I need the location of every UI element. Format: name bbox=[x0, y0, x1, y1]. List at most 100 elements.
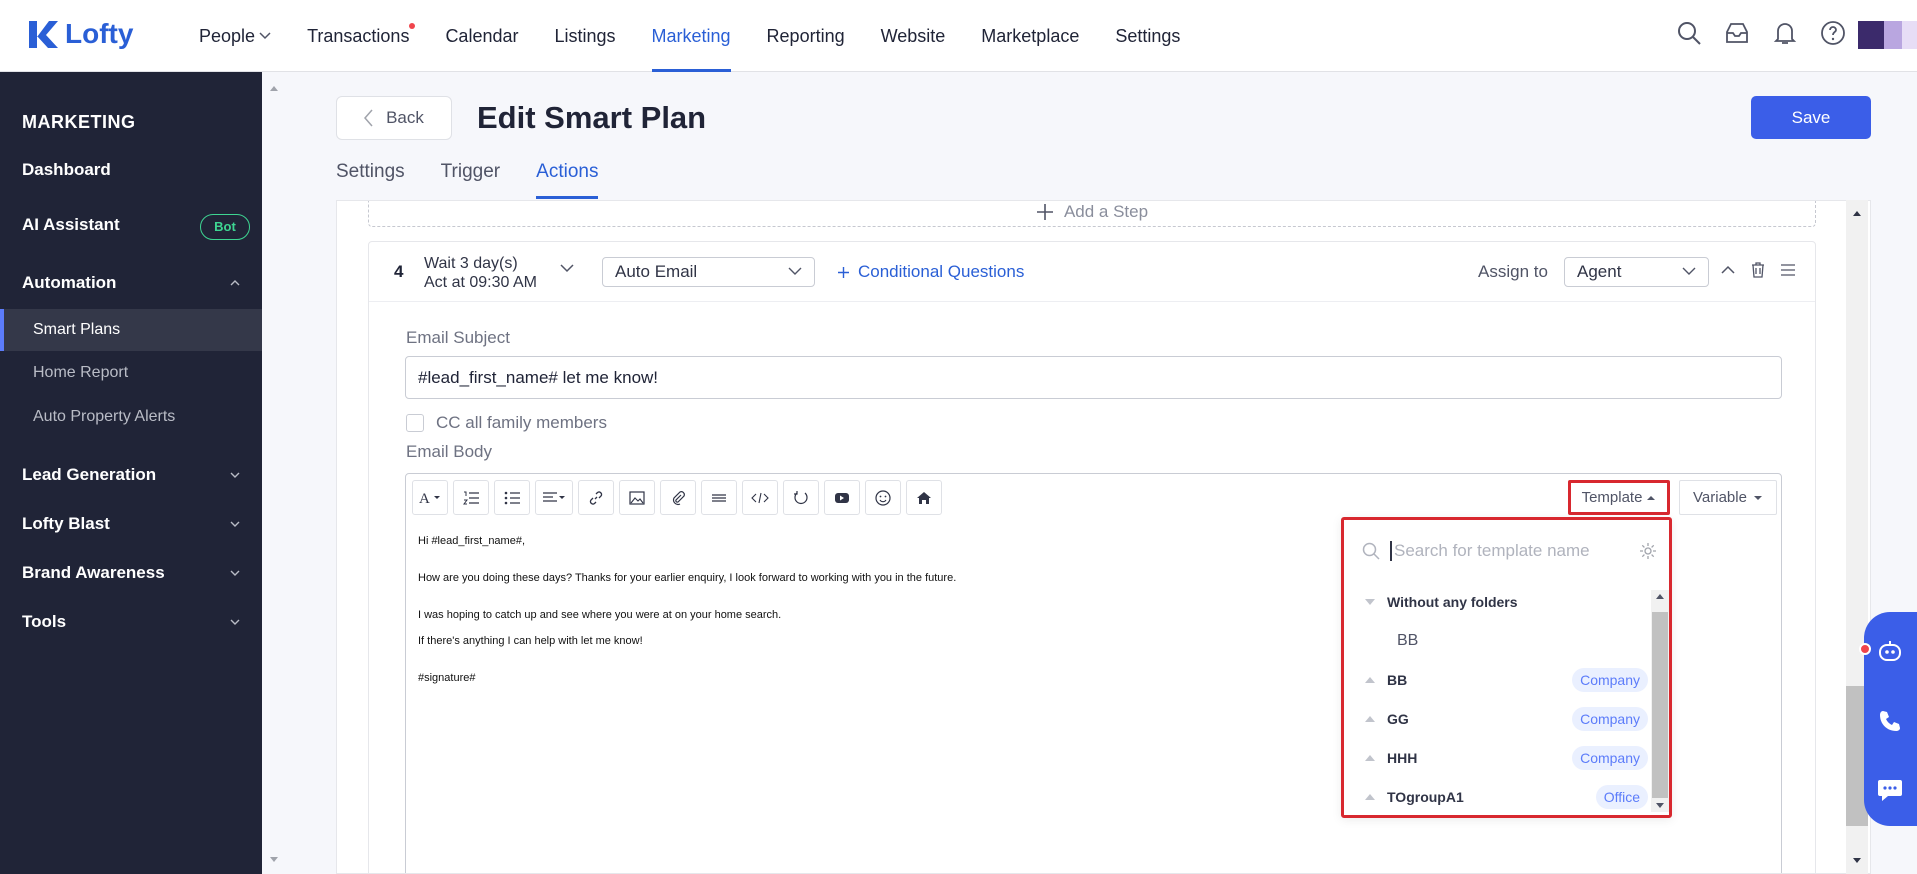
body-line: Hi #lead_first_name#, bbox=[418, 535, 526, 547]
scroll-up-arrow-icon[interactable] bbox=[1846, 204, 1868, 224]
cc-family-label: CC all family members bbox=[436, 413, 607, 432]
nav-listings[interactable]: Listings bbox=[536, 0, 633, 72]
email-body-label: Email Body bbox=[406, 442, 492, 461]
folder-name: GG bbox=[1387, 710, 1409, 727]
conditional-questions-button[interactable]: Conditional Questions bbox=[837, 262, 1024, 282]
video-button[interactable] bbox=[824, 480, 860, 515]
template-button[interactable]: Template bbox=[1568, 480, 1670, 515]
trash-icon[interactable] bbox=[1750, 262, 1766, 278]
nav-website[interactable]: Website bbox=[863, 0, 964, 72]
sidebar-item-auto-property-alerts[interactable]: Auto Property Alerts bbox=[0, 396, 262, 438]
search-icon[interactable] bbox=[1676, 20, 1702, 46]
template-item[interactable]: BB bbox=[1344, 621, 1648, 660]
folder-row[interactable]: TOgroupA1 Office bbox=[1344, 777, 1648, 816]
link-button[interactable] bbox=[578, 480, 614, 515]
code-button[interactable] bbox=[742, 480, 778, 515]
scroll-up-arrow-icon[interactable] bbox=[262, 78, 286, 98]
folder-row[interactable]: Without any folders bbox=[1344, 582, 1648, 621]
video-icon bbox=[835, 492, 849, 503]
folder-name: BB bbox=[1387, 671, 1408, 688]
email-body-content[interactable]: Hi #lead_first_name#, How are you doing … bbox=[418, 534, 956, 708]
notification-dot bbox=[409, 23, 416, 29]
caret-up-icon bbox=[1365, 715, 1375, 722]
attachment-button[interactable] bbox=[660, 480, 696, 515]
chat-bubble-icon[interactable] bbox=[1876, 777, 1904, 803]
folder-row[interactable]: BB Company bbox=[1344, 660, 1648, 699]
add-step-button[interactable]: Add a Step bbox=[368, 201, 1816, 227]
chatbot-icon[interactable] bbox=[1876, 638, 1904, 666]
nav-transactions[interactable]: Transactions bbox=[289, 0, 427, 72]
folder-row[interactable]: GG Company bbox=[1344, 699, 1648, 738]
dropdown-scrollbar[interactable] bbox=[1651, 590, 1669, 812]
variable-button[interactable]: Variable bbox=[1679, 480, 1777, 515]
folder-row[interactable]: HHH Company bbox=[1344, 738, 1648, 777]
divider-button[interactable] bbox=[701, 480, 737, 515]
tab-settings[interactable]: Settings bbox=[336, 158, 405, 199]
template-dropdown: Search for template name Without any fol… bbox=[1341, 517, 1672, 818]
sidebar-item-tools[interactable]: Tools bbox=[22, 612, 66, 632]
chevron-down-icon[interactable] bbox=[230, 519, 240, 529]
image-button[interactable] bbox=[619, 480, 655, 515]
sidebar-item-smart-plans[interactable]: Smart Plans bbox=[0, 309, 262, 351]
nav-marketplace[interactable]: Marketplace bbox=[963, 0, 1097, 72]
wait-selector[interactable]: Wait 3 day(s) Act at 09:30 AM bbox=[424, 254, 537, 292]
lofty-logo[interactable]: Lofty bbox=[27, 18, 133, 50]
ordered-list-button[interactable] bbox=[453, 480, 489, 515]
drag-handle-icon[interactable] bbox=[1780, 262, 1796, 278]
home-icon bbox=[917, 491, 931, 504]
help-icon[interactable] bbox=[1820, 20, 1846, 46]
tab-trigger[interactable]: Trigger bbox=[441, 158, 500, 199]
back-label: Back bbox=[386, 108, 424, 127]
nav-calendar[interactable]: Calendar bbox=[427, 0, 536, 72]
bell-icon[interactable] bbox=[1772, 20, 1798, 46]
email-subject-input[interactable]: #lead_first_name# let me know! bbox=[405, 356, 1782, 399]
save-button[interactable]: Save bbox=[1751, 96, 1871, 139]
gear-icon[interactable] bbox=[1639, 542, 1657, 560]
nav-reporting[interactable]: Reporting bbox=[749, 0, 863, 72]
paperclip-icon bbox=[672, 490, 685, 505]
template-search[interactable]: Search for template name bbox=[1362, 536, 1657, 566]
nav-marketing[interactable]: Marketing bbox=[634, 0, 749, 72]
avatar[interactable] bbox=[1858, 21, 1917, 49]
home-button[interactable] bbox=[906, 480, 942, 515]
template-search-input[interactable]: Search for template name bbox=[1394, 541, 1629, 561]
dropdown-scrollbar-thumb[interactable] bbox=[1652, 612, 1668, 798]
font-style-button[interactable]: A bbox=[412, 480, 448, 515]
chevron-up-icon[interactable] bbox=[230, 278, 240, 288]
caret-up-icon bbox=[1365, 754, 1375, 761]
undo-button[interactable] bbox=[783, 480, 819, 515]
scroll-up-arrow-icon[interactable] bbox=[1651, 590, 1669, 604]
sidebar-item-home-report[interactable]: Home Report bbox=[0, 352, 262, 394]
nav-people[interactable]: People bbox=[181, 0, 289, 72]
emoji-button[interactable] bbox=[865, 480, 901, 515]
action-type-select[interactable]: Auto Email bbox=[602, 257, 815, 287]
sidebar-item-brand-awareness[interactable]: Brand Awareness bbox=[22, 563, 165, 583]
phone-icon[interactable] bbox=[1877, 708, 1903, 734]
chevron-down-icon[interactable] bbox=[230, 617, 240, 627]
cc-family-option[interactable]: CC all family members bbox=[406, 413, 607, 433]
sidebar-item-ai-assistant[interactable]: AI Assistant bbox=[22, 215, 120, 235]
nav-settings[interactable]: Settings bbox=[1097, 0, 1198, 72]
scroll-down-arrow-icon[interactable] bbox=[1846, 850, 1868, 870]
svg-text:A: A bbox=[419, 491, 430, 505]
align-button[interactable] bbox=[535, 480, 573, 515]
sidebar-item-automation[interactable]: Automation bbox=[22, 273, 116, 293]
chevron-down-icon[interactable] bbox=[230, 470, 240, 480]
chevron-down-icon[interactable] bbox=[560, 264, 574, 273]
bullet-list-button[interactable] bbox=[494, 480, 530, 515]
sidebar-item-lead-generation[interactable]: Lead Generation bbox=[22, 465, 156, 485]
scroll-down-arrow-icon[interactable] bbox=[262, 850, 286, 870]
chevron-down-icon bbox=[788, 267, 802, 275]
assign-to-select[interactable]: Agent bbox=[1564, 257, 1709, 287]
tab-actions[interactable]: Actions bbox=[536, 158, 599, 199]
back-button[interactable]: Back bbox=[336, 96, 452, 140]
inbox-icon[interactable] bbox=[1724, 20, 1750, 46]
sidebar-scrollbar[interactable] bbox=[262, 72, 286, 874]
collapse-chevron-up-icon[interactable] bbox=[1720, 262, 1736, 278]
chevron-down-icon[interactable] bbox=[230, 568, 240, 578]
scroll-down-arrow-icon[interactable] bbox=[1651, 798, 1669, 812]
caret-down-icon bbox=[1753, 495, 1762, 500]
sidebar-item-lofty-blast[interactable]: Lofty Blast bbox=[22, 514, 110, 534]
sidebar-item-dashboard[interactable]: Dashboard bbox=[22, 160, 111, 180]
cc-family-checkbox[interactable] bbox=[406, 414, 424, 432]
